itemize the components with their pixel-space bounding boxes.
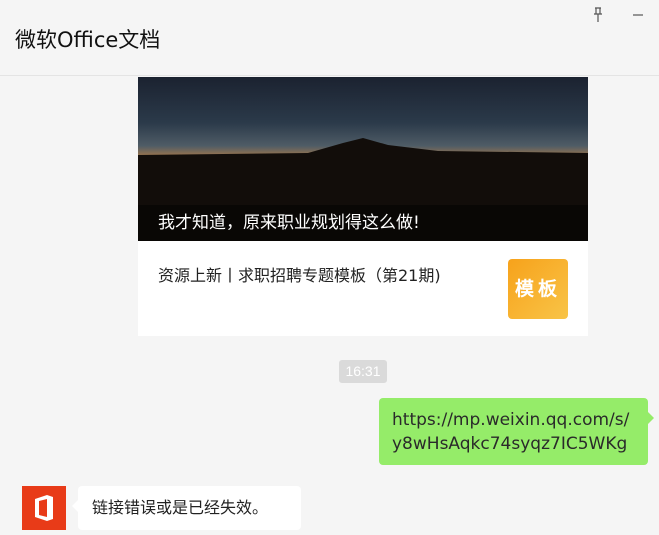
pin-icon[interactable] [587,4,609,26]
article-headline: 资源上新丨求职招聘专题模板（第21期) [158,266,441,285]
minimize-icon[interactable] [627,4,649,26]
article-card[interactable]: 我才知道，原来职业规划得这么做! 资源上新丨求职招聘专题模板（第21期) 模板 [138,77,588,336]
sent-link-line-1: https://mp.weixin.qq.com/s/ [392,410,630,430]
reply-bubble: 链接错误或是已经失效。 [72,486,301,530]
article-image-caption: 我才知道，原来职业规划得这么做! [138,205,588,241]
sent-link-line-2: y8wHsAqkc74syqz7IC5WKg [392,434,628,454]
office-logo-icon[interactable] [22,486,66,530]
message-timestamp: 16:31 [339,360,387,383]
window-title: 微软Office文档 [15,28,161,52]
title-bar: 微软Office文档 [0,0,659,76]
sent-link-bubble[interactable]: https://mp.weixin.qq.com/s/ y8wHsAqkc74s… [379,398,654,465]
article-thumbnail: 模板 [508,259,568,319]
